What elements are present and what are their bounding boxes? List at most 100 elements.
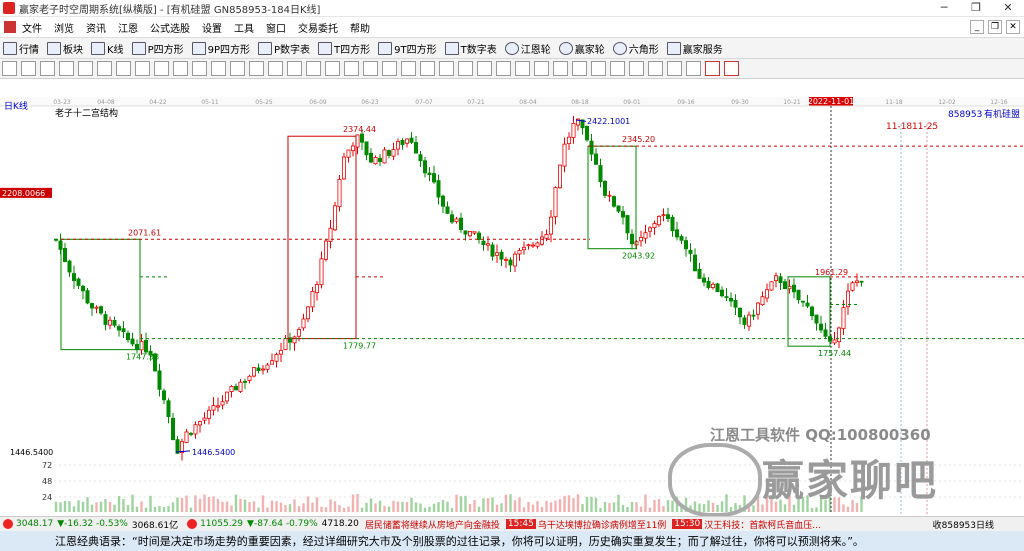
play-tool-icon[interactable] <box>192 61 207 76</box>
grid-tool-icon[interactable] <box>534 61 549 76</box>
candle-body <box>463 230 468 235</box>
diamond-tool-icon[interactable] <box>306 61 321 76</box>
volume-bar <box>54 501 58 512</box>
diamond-tool-icon[interactable] <box>344 61 359 76</box>
volume-bar <box>212 496 215 512</box>
diamond-tool-icon[interactable] <box>325 61 340 76</box>
toolbar-sector[interactable]: 板块 <box>44 41 88 56</box>
bar-tool-icon[interactable] <box>97 61 112 76</box>
volume-bar <box>122 499 125 512</box>
diamond-tool-icon[interactable] <box>268 61 283 76</box>
save-tool-icon[interactable] <box>553 61 568 76</box>
fan-tool-icon[interactable] <box>477 61 492 76</box>
toolbar-quotes[interactable]: 行情 <box>0 41 44 56</box>
maximize-button[interactable]: ❐ <box>960 0 992 16</box>
candle-body <box>670 216 675 232</box>
zoom-out-tool-icon[interactable] <box>59 61 74 76</box>
news-item[interactable]: 居民储蓄将继续从房地产向金融投 <box>365 518 500 531</box>
news-item[interactable]: 乌干达埃博拉确诊病例增至11例 <box>538 518 666 531</box>
menu-info[interactable]: 资讯 <box>80 20 112 35</box>
sector-icon <box>47 41 61 55</box>
layout-tool-icon[interactable] <box>21 61 36 76</box>
square-tool-icon[interactable] <box>648 61 663 76</box>
candle-body <box>67 260 72 273</box>
toolbar-9t-square[interactable]: 9T四方形 <box>375 41 441 56</box>
toolbar-p-square[interactable]: P四方形 <box>129 41 189 56</box>
volume-bar <box>153 506 157 512</box>
candle-body <box>368 152 373 163</box>
zoom-in-tool-icon[interactable] <box>40 61 55 76</box>
price-annotation: 2071.61 <box>128 228 161 237</box>
diamond-tool-icon[interactable] <box>287 61 302 76</box>
volume-bar <box>671 500 674 512</box>
star-tool-icon[interactable] <box>686 61 701 76</box>
child-restore-button[interactable]: ❐ <box>988 20 1002 34</box>
arrow-tool-icon[interactable] <box>116 61 131 76</box>
info-tool-icon[interactable] <box>78 61 93 76</box>
volume-bar <box>621 504 625 512</box>
box-tool-icon[interactable] <box>629 61 644 76</box>
line-tool-icon[interactable] <box>439 61 454 76</box>
next-tool-icon[interactable] <box>211 61 226 76</box>
candle-body <box>810 306 815 317</box>
diamond-tool-icon[interactable] <box>249 61 264 76</box>
print-tool-icon[interactable] <box>572 61 587 76</box>
menu-tools[interactable]: 工具 <box>228 20 260 35</box>
toolbar-hexagon[interactable]: 六角形 <box>610 41 664 56</box>
candle-body <box>90 303 95 309</box>
menu-gann[interactable]: 江恩 <box>112 20 144 35</box>
candle-body <box>522 246 527 251</box>
toolbar-p-table[interactable]: P数字表 <box>255 41 315 56</box>
candle-body <box>720 289 725 297</box>
menu-help[interactable]: 帮助 <box>344 20 376 35</box>
volume-bar <box>230 505 233 512</box>
close-button[interactable]: ✕ <box>992 0 1024 16</box>
toolbar-9p-square[interactable]: 9P四方形 <box>189 41 255 56</box>
menu-browse[interactable]: 浏览 <box>48 20 80 35</box>
toolbar-winner-wheel[interactable]: 赢家轮 <box>556 41 610 56</box>
menu-file[interactable]: 文件 <box>16 20 48 35</box>
child-minimize-button[interactable]: _ <box>970 20 984 34</box>
date-tick-label: 05-25 <box>255 99 273 106</box>
hand-tool-icon[interactable] <box>420 61 435 76</box>
date-tick-label: 2022-11-01 <box>808 97 855 106</box>
date-tick-label: 08-18 <box>571 99 589 106</box>
first-tool-icon[interactable] <box>154 61 169 76</box>
line-chart-tool-icon[interactable] <box>724 61 739 76</box>
table-tool-icon[interactable] <box>610 61 625 76</box>
news-time: 15:45 <box>505 519 536 529</box>
volume-bar <box>590 496 593 512</box>
minimize-button[interactable]: ─ <box>928 0 960 16</box>
prev-tool-icon[interactable] <box>173 61 188 76</box>
toolbar-service[interactable]: 赢家服务 <box>664 41 728 56</box>
child-close-button[interactable]: ✕ <box>1006 20 1020 34</box>
volume-bar <box>99 501 103 512</box>
menu-settings[interactable]: 设置 <box>196 20 228 35</box>
menu-formula[interactable]: 公式选股 <box>144 20 196 35</box>
toolbar-t-table[interactable]: T数字表 <box>442 41 502 56</box>
pan-tool-icon[interactable] <box>135 61 150 76</box>
chart-tool-icon[interactable] <box>591 61 606 76</box>
news-item[interactable]: 汉王科技：首款柯氏音血压... <box>704 518 821 531</box>
pen-tool-icon[interactable] <box>458 61 473 76</box>
menu-trade[interactable]: 交易委托 <box>292 20 344 35</box>
volume-bar <box>293 499 296 512</box>
diamond-tool-icon[interactable] <box>382 61 397 76</box>
toolbar-t-square[interactable]: T四方形 <box>315 41 375 56</box>
toolbar-kline[interactable]: K线 <box>88 41 129 56</box>
price-tag: 1446.5400 <box>10 448 53 457</box>
cube-tool-icon[interactable] <box>667 61 682 76</box>
pie-tool-icon[interactable] <box>705 61 720 76</box>
cursor-tool-icon[interactable] <box>2 61 17 76</box>
candle-body <box>292 336 297 344</box>
diamond-tool-icon[interactable] <box>363 61 378 76</box>
toolbar-gann-wheel[interactable]: 江恩轮 <box>502 41 556 56</box>
last-tool-icon[interactable] <box>230 61 245 76</box>
spiral-tool-icon[interactable] <box>515 61 530 76</box>
ruler-tool-icon[interactable] <box>401 61 416 76</box>
text-tool-icon[interactable] <box>496 61 511 76</box>
volume-bar <box>117 495 121 512</box>
menu-window[interactable]: 窗口 <box>260 20 292 35</box>
volume-bar <box>437 502 440 512</box>
candle-body <box>494 252 499 256</box>
